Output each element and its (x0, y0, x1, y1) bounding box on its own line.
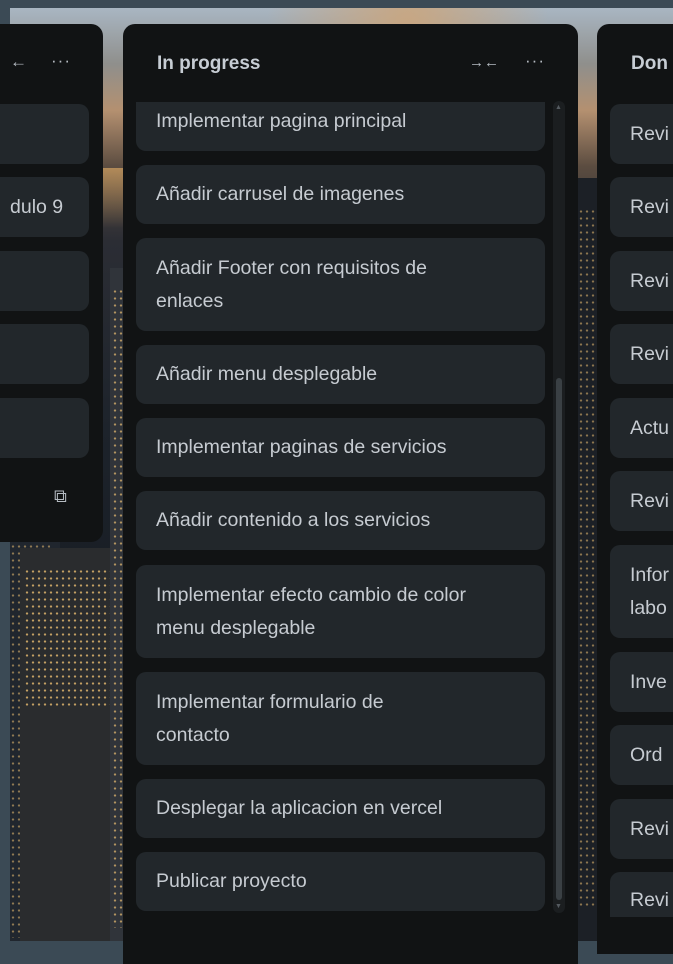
left-card-4[interactable] (0, 324, 89, 384)
card-title: Revi (630, 817, 670, 840)
card-title: Añadir carrusel de imagenes (156, 183, 405, 205)
done-card[interactable]: Revi (610, 104, 673, 164)
list-scrollbar[interactable]: ▲ ▼ (553, 101, 565, 913)
card-formulario-contacto[interactable]: Implementar formulario de contacto (136, 672, 545, 765)
done-card[interactable]: Revi (610, 799, 673, 859)
card-title: Revi (630, 269, 670, 292)
done-card[interactable]: Revi (610, 471, 673, 531)
card-footer[interactable]: Añadir Footer con requisitos de enlaces (136, 238, 545, 331)
in-progress-list: In progress →← ··· Implementar pagina pr… (123, 24, 578, 964)
left-card-2[interactable]: dulo 9 (0, 177, 89, 237)
card-efecto-color[interactable]: Implementar efecto cambio de color menu … (136, 565, 545, 658)
card-title: Desplegar la aplicacion en vercel (156, 797, 443, 819)
done-card[interactable]: Revi (610, 324, 673, 384)
collapse-arrow-icon[interactable]: ← (10, 52, 27, 72)
done-card[interactable]: Ord (610, 725, 673, 785)
card-title: Inve (630, 670, 667, 693)
card-title: Actu (630, 416, 670, 439)
card-menu-desplegable[interactable]: Añadir menu desplegable (136, 345, 545, 404)
card-implementar-pagina-principal[interactable]: Implementar pagina principal (136, 102, 545, 151)
left-card-3[interactable] (0, 251, 89, 311)
scroll-down-icon[interactable]: ▼ (555, 903, 562, 910)
left-card-label: dulo 9 (10, 195, 64, 218)
card-title: Implementar efecto cambio de color menu … (156, 583, 466, 639)
left-card-5[interactable] (0, 398, 89, 458)
done-card[interactable]: Infor labo (610, 545, 673, 638)
left-list: ← ··· dulo 9 ⧉ (0, 24, 103, 542)
scrollbar-thumb[interactable] (556, 378, 562, 900)
card-title: Añadir Footer con requisitos de enlaces (156, 256, 427, 312)
scroll-up-icon[interactable]: ▲ (555, 104, 562, 111)
card-title: Implementar formulario de contacto (156, 690, 384, 746)
done-card[interactable]: Inve (610, 652, 673, 712)
more-options-icon[interactable]: ··· (51, 51, 71, 71)
left-card-1[interactable] (0, 104, 89, 164)
card-title: Ord (630, 743, 663, 766)
card-title: Implementar paginas de servicios (156, 436, 447, 458)
card-title: Revi (630, 122, 670, 145)
card-contenido-servicios[interactable]: Añadir contenido a los servicios (136, 491, 545, 550)
template-icon[interactable]: ⧉ (54, 486, 67, 507)
card-title: Revi (630, 195, 670, 218)
card-title: Infor labo (630, 563, 670, 619)
list-title[interactable]: In progress (157, 53, 260, 75)
card-title: Añadir menu desplegable (156, 363, 378, 385)
done-card[interactable]: Revi (610, 872, 673, 917)
more-options-icon[interactable]: ··· (525, 51, 545, 71)
collapse-list-icon[interactable]: →← (469, 54, 499, 71)
card-title: Revi (630, 489, 670, 512)
card-carrusel[interactable]: Añadir carrusel de imagenes (136, 165, 545, 224)
list-title[interactable]: Don (631, 53, 668, 75)
card-desplegar-vercel[interactable]: Desplegar la aplicacion en vercel (136, 779, 545, 838)
done-card[interactable]: Actu (610, 398, 673, 458)
card-title: Añadir contenido a los servicios (156, 509, 431, 531)
done-card[interactable]: Revi (610, 177, 673, 237)
card-paginas-servicios[interactable]: Implementar paginas de servicios (136, 418, 545, 477)
card-title: Revi (630, 342, 670, 365)
done-list: Don Revi Revi Revi Revi Actu Revi Infor … (597, 24, 673, 954)
done-card[interactable]: Revi (610, 251, 673, 311)
list-header: In progress →← ··· (123, 24, 578, 102)
card-title: Revi (630, 889, 670, 911)
card-publicar-proyecto[interactable]: Publicar proyecto (136, 852, 545, 911)
card-title: Publicar proyecto (156, 870, 307, 892)
card-title: Implementar pagina principal (156, 110, 407, 132)
